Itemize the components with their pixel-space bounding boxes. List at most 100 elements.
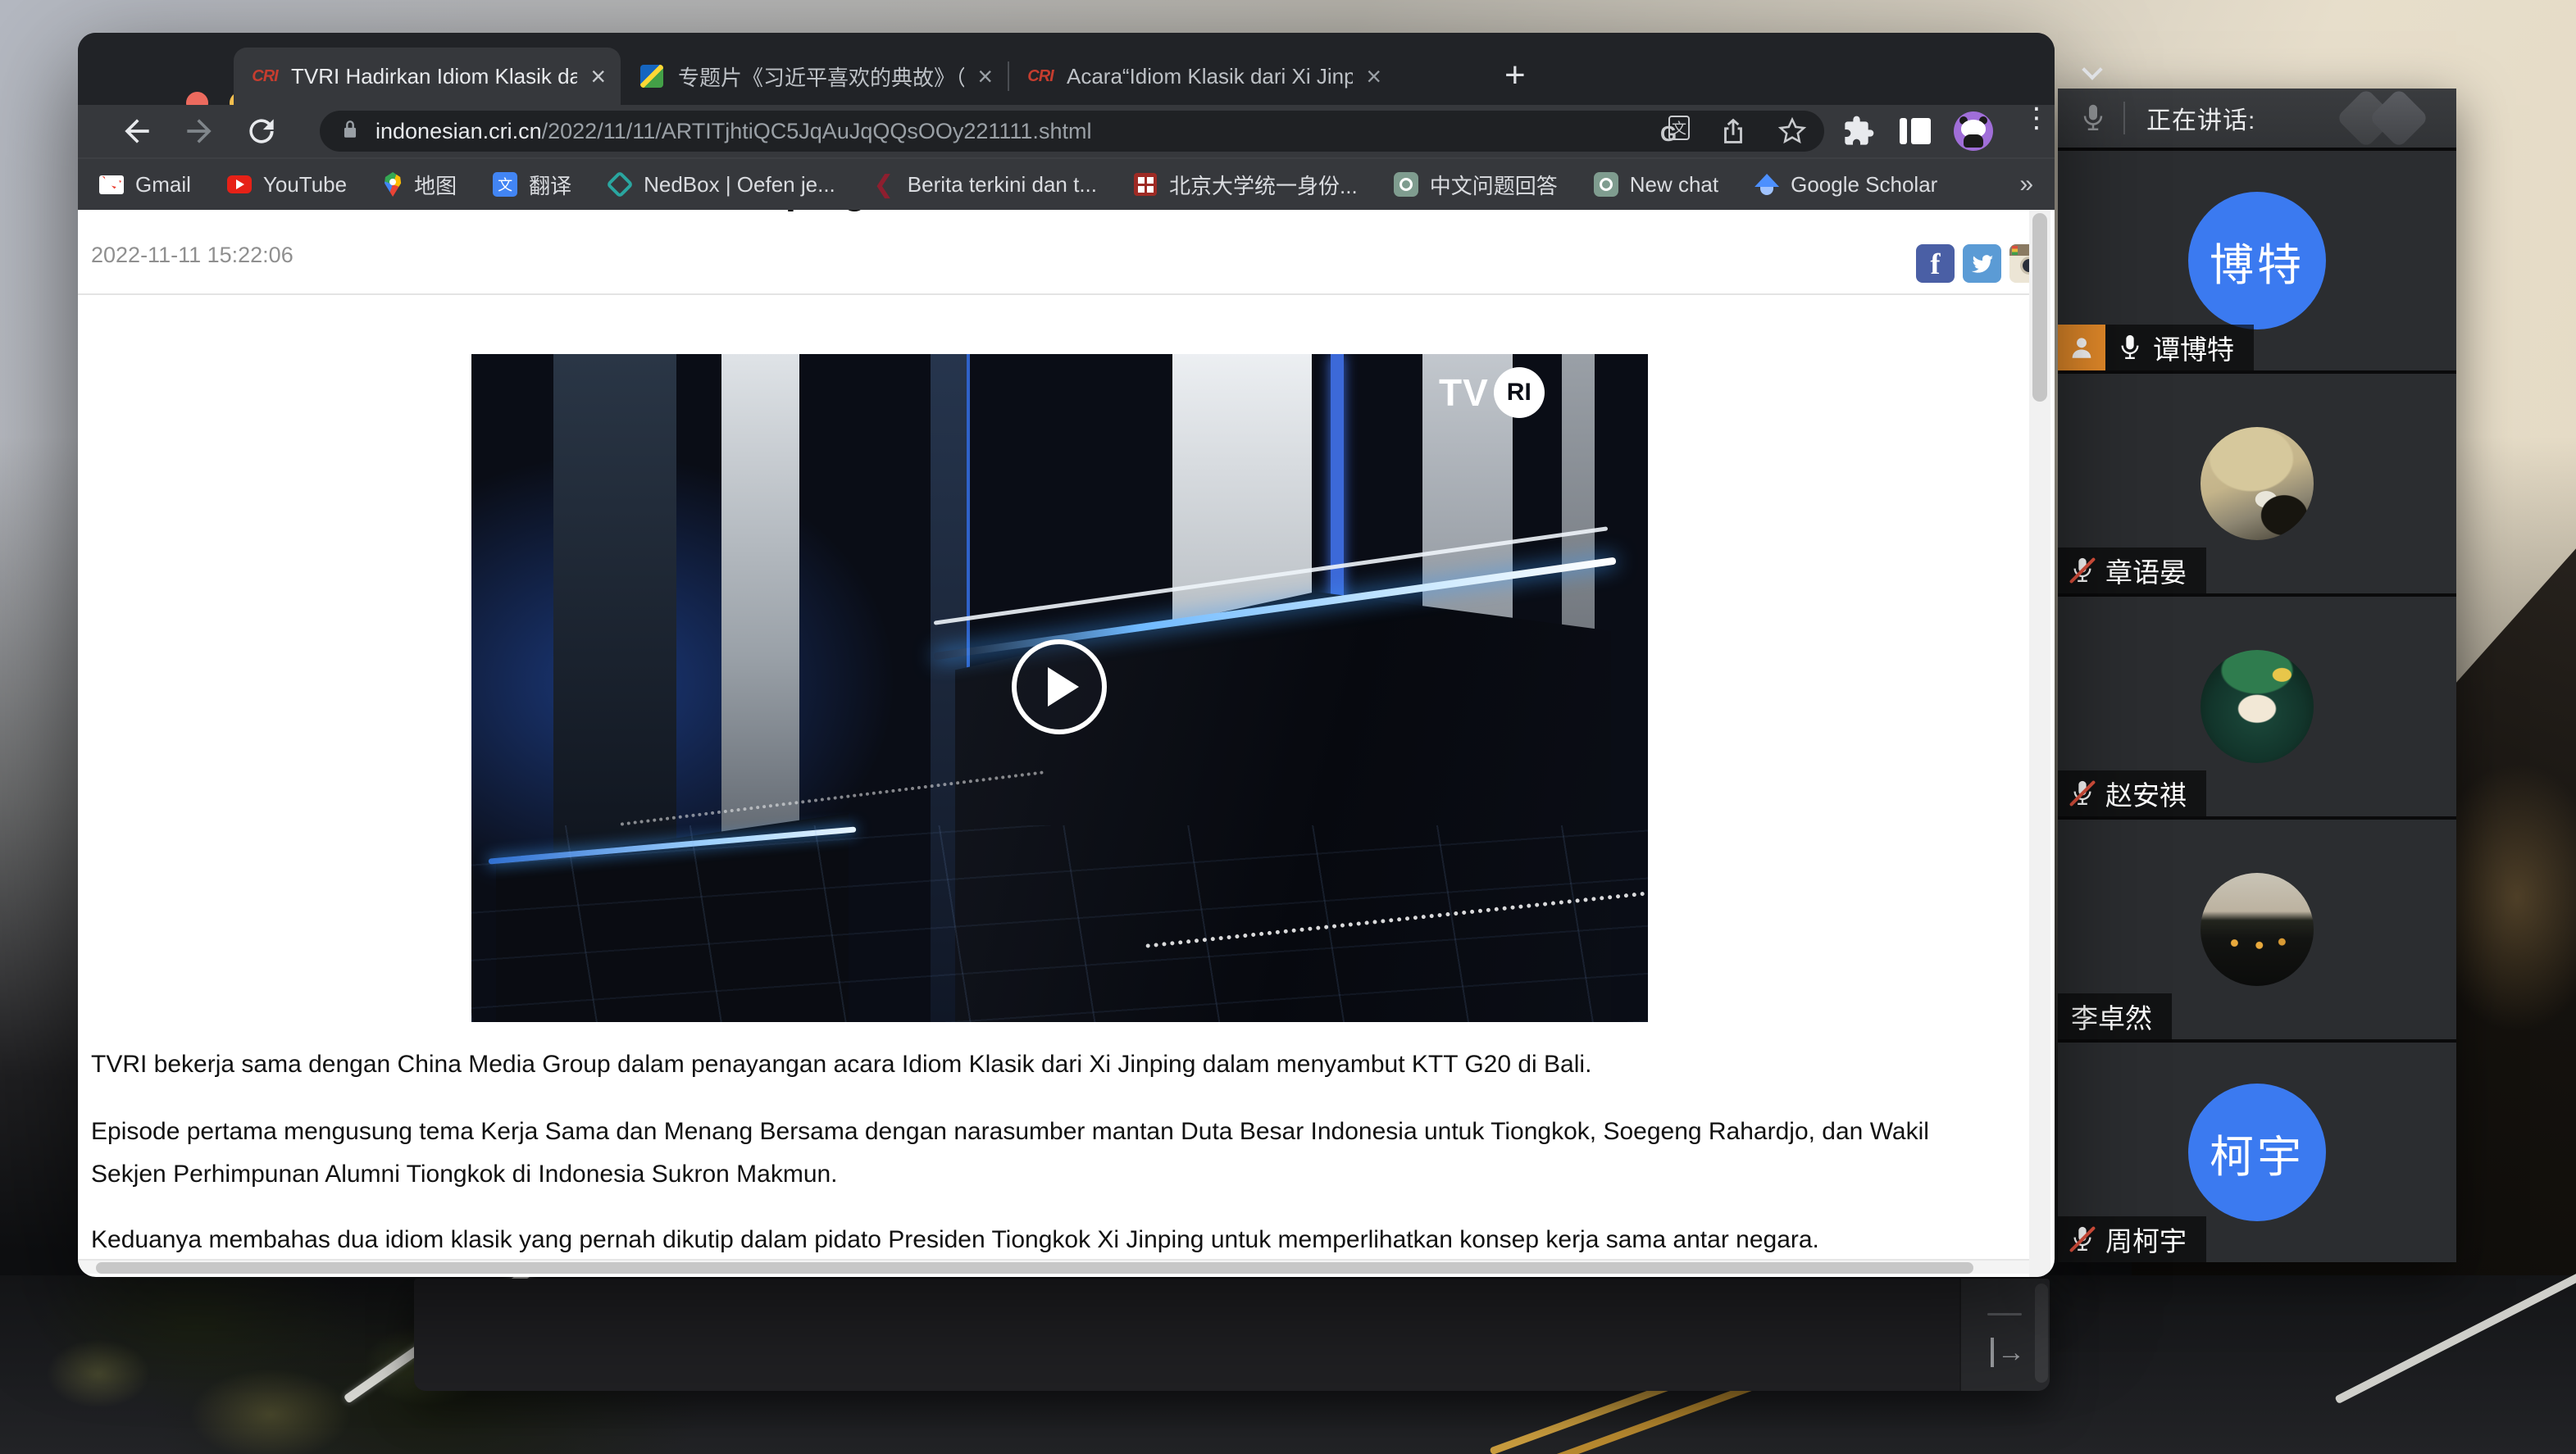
lock-icon[interactable] [339,119,361,143]
nedbox-icon [608,172,632,197]
video-player[interactable]: TV RI [471,354,1648,1022]
play-button[interactable] [1012,639,1107,734]
participant-tile[interactable]: 李卓然 [2058,820,2456,1039]
close-tab-icon[interactable]: × [977,63,993,89]
chatgpt-icon [1594,172,1618,197]
participant-name: 周柯宇 [2105,1220,2187,1259]
bookmarks-overflow-chevron[interactable]: » [2019,170,2033,198]
translate-icon[interactable]: G文 [1659,116,1690,147]
background-window-sidebar: → [1959,1279,2050,1391]
bookmark-chatgpt-1[interactable]: 中文问题回答 [1394,170,1558,200]
meeting-app-logo-icon [2340,97,2430,139]
pku-seal-icon [1133,172,1158,197]
browser-window: CRI TVRI Hadirkan Idiom Klasik dari × 专题… [78,33,2055,1277]
bookmark-gmail[interactable]: Gmail [99,172,191,198]
close-tab-icon[interactable]: × [590,63,606,89]
facebook-share-icon[interactable]: f [1916,244,1955,283]
vertical-scrollbar[interactable] [2029,210,2050,1277]
participant-tile[interactable]: 赵安祺 [2058,597,2456,816]
browser-menu-icon[interactable]: ⋮ [2023,111,2039,125]
avatar [2201,650,2314,763]
participant-nametag: 周柯宇 [2058,1216,2206,1262]
bookmark-pku[interactable]: 北京大学统一身份... [1133,170,1358,200]
mic-on-icon [2119,334,2141,361]
participant-tile[interactable]: 博特 谭博特 [2058,151,2456,370]
mic-muted-icon [2071,779,2094,807]
bookmark-star-icon[interactable] [1777,116,1808,147]
cri-favicon-icon: CRI [1027,63,1054,89]
avatar [2201,427,2314,540]
mic-muted-icon [2071,557,2094,584]
extensions-icon[interactable] [1842,115,1875,148]
participant-tile[interactable]: 章语晏 [2058,374,2456,593]
article-date: 2022-11-11 15:22:06 [91,243,294,268]
article-title-clipped: TVRI Hadirkan Idiom Klasik dari Xi Jinpi… [89,210,1893,221]
browser-toolbar: indonesian.cri.cn/2022/11/11/ARTITjhtiQC… [78,105,2055,157]
scrollbar-thumb[interactable] [2032,213,2047,402]
chatgpt-icon [1394,172,1418,197]
tab-acara-idiom[interactable]: CRI Acara“Idiom Klasik dari Xi Jinpi × [1009,48,1396,105]
berita-icon: ❮ [872,172,896,197]
road-white-line-right [2334,1263,2576,1404]
participant-name: 赵安祺 [2105,774,2187,813]
article-paragraph: Episode pertama mengusung tema Kerja Sam… [91,1118,1929,1146]
divider [2123,102,2125,134]
bookmark-chatgpt-2[interactable]: New chat [1594,172,1718,198]
tvri-logo: TV RI [1439,367,1545,418]
scrollbar[interactable] [2035,1284,2048,1383]
participant-nametag: 谭博特 [2058,325,2254,370]
participant-nametag: 赵安祺 [2058,770,2206,816]
host-badge-icon [2058,325,2105,370]
cri-favicon-icon: CRI [252,63,278,89]
tab-tvri-article[interactable]: CRI TVRI Hadirkan Idiom Klasik dari × [234,48,621,105]
new-tab-button[interactable]: + [1504,57,1526,93]
bookmark-scholar[interactable]: Google Scholar [1755,172,1937,198]
youtube-icon [227,172,252,197]
url-text: indonesian.cri.cn/2022/11/11/ARTITjhtiQC… [375,119,1631,144]
participant-name: 谭博特 [2153,328,2234,367]
play-icon [1048,667,1079,707]
tab-documentary[interactable]: 专题片《习近平喜欢的典故》（E × [621,48,1008,105]
avatar: 博特 [2188,192,2326,329]
page-content: TVRI Hadirkan Idiom Klasik dari Xi Jinpi… [78,210,2055,1277]
participant-name: 李卓然 [2071,997,2152,1036]
reload-button[interactable] [243,113,280,149]
google-translate-icon: 文 [493,172,517,197]
side-panel-icon[interactable] [1900,118,1932,144]
article-paragraph: TVRI bekerja sama dengan China Media Gro… [91,1051,1591,1079]
speaking-label: 正在讲话: [2146,100,2255,136]
meeting-header: 正在讲话: [2058,89,2456,148]
mic-muted-icon [2071,1225,2094,1253]
back-button[interactable] [119,113,155,149]
participant-tile[interactable]: 柯宇 周柯宇 [2058,1043,2456,1262]
maps-pin-icon [383,172,403,197]
scrollbar-thumb[interactable] [96,1262,1973,1274]
gmail-icon [99,172,124,197]
tabs: CRI TVRI Hadirkan Idiom Klasik dari × 专题… [234,48,1396,105]
expand-panel-icon[interactable]: → [1991,1338,2025,1367]
bookmark-translate[interactable]: 文 翻译 [493,170,571,200]
background-window[interactable]: → [414,1279,2050,1391]
google-scholar-icon [1755,172,1779,197]
share-icon[interactable] [1718,116,1749,147]
avatar: 柯宇 [2188,1084,2326,1221]
twitter-share-icon[interactable] [1963,244,2001,283]
profile-avatar[interactable] [1954,111,1993,151]
bookmark-nedbox[interactable]: NedBox | Oefen je... [608,172,835,198]
close-tab-icon[interactable]: × [1366,63,1381,89]
address-bar[interactable]: indonesian.cri.cn/2022/11/11/ARTITjhtiQC… [320,111,1824,152]
bookmark-youtube[interactable]: YouTube [227,172,347,198]
microphone-icon [2081,103,2105,133]
participant-name: 章语晏 [2105,551,2187,590]
forward-button[interactable] [181,113,217,149]
news-favicon-icon [639,63,665,89]
avatar [2201,873,2314,986]
horizontal-scrollbar[interactable] [78,1259,2029,1274]
bookmark-berita[interactable]: ❮ Berita terkini dan t... [872,172,1097,198]
share-buttons: f [1916,244,2048,283]
article-paragraph: Keduanya membahas dua idiom klasik yang … [91,1226,1819,1254]
tab-strip: CRI TVRI Hadirkan Idiom Klasik dari × 专题… [78,33,2055,105]
article-paragraph: Sekjen Perhimpunan Alumni Tiongkok di In… [91,1161,838,1188]
bookmark-maps[interactable]: 地图 [383,170,457,200]
divider [1987,1313,2022,1315]
